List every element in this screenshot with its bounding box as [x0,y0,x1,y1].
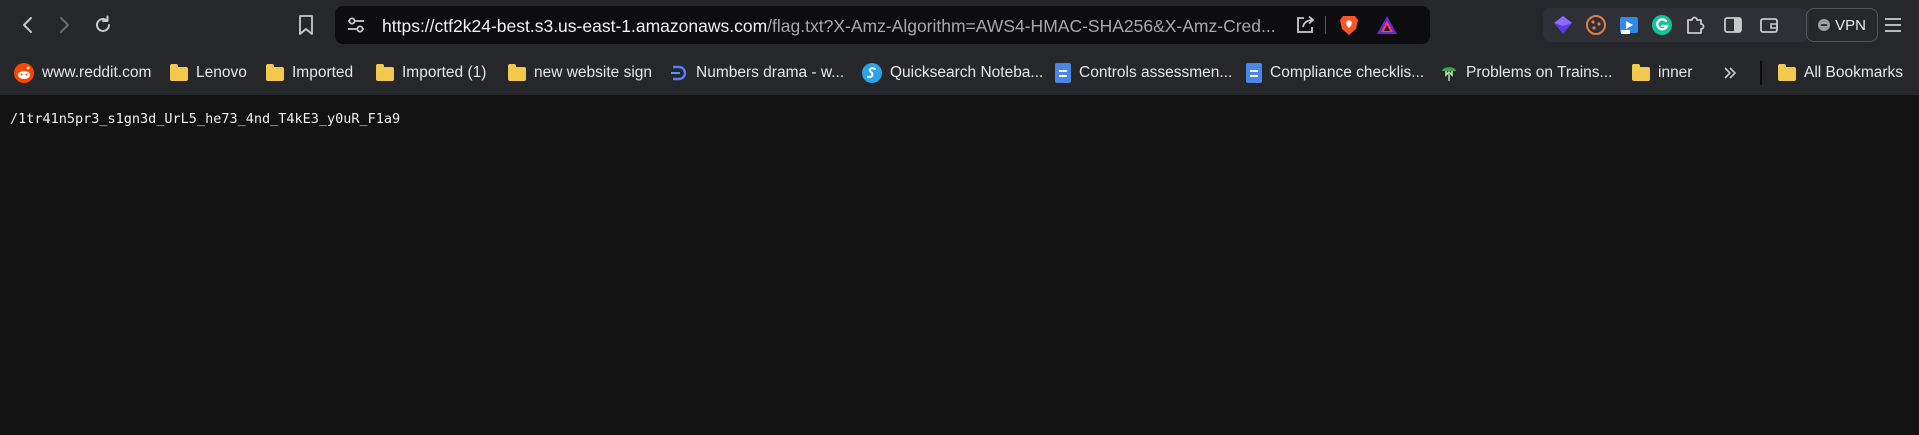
bookmark-label: Problems on Trains... [1466,64,1613,81]
bookmark-problems-on-trains[interactable]: Problems on Trains... [1440,60,1612,86]
bookmarks-bar: www.reddit.com Lenovo Imported Imported … [0,51,1919,95]
url-host: https://ctf2k24-best.s3.us-east-1.amazon… [382,16,768,36]
extensions-group [1543,8,1809,42]
folder-icon [1632,64,1650,81]
bookmark-folder-lenovo[interactable]: Lenovo [170,60,247,86]
folder-icon [1778,64,1796,81]
plain-text-content: /1tr41n5pr3_s1gn3d_UrL5_he73_4nd_T4kE3_y… [10,111,401,127]
sidebar-icon[interactable] [1721,13,1745,37]
forward-button[interactable] [49,10,79,40]
brave-shields-icon[interactable] [1337,13,1361,37]
bookmark-folder-inner[interactable]: inner [1632,60,1692,86]
bookmark-compliance-checklist[interactable]: Compliance checklis... [1246,60,1424,86]
grammarly-icon[interactable] [1650,13,1674,37]
reload-button[interactable] [88,10,118,40]
url-path: /flag.txt?X-Amz-Algorithm=AWS4-HMAC-SHA2… [767,16,1276,36]
bookmark-folder-all-bookmarks[interactable]: All Bookmarks [1778,60,1903,86]
reload-icon [96,15,110,32]
cookie-icon[interactable] [1584,13,1608,37]
chevron-double-right-icon [1724,67,1736,79]
arrow-right-icon [60,17,69,33]
share-icon[interactable] [1293,14,1317,36]
folder-icon [376,64,394,81]
hamburger-icon [1885,18,1901,32]
bookmark-folder-new-website-sign[interactable]: new website sign [508,60,652,86]
bookmark-quicksearch[interactable]: Quicksearch Noteba... [862,60,1043,86]
docs-icon [1246,63,1262,83]
site-icon [1442,67,1456,81]
wallet-icon[interactable] [1757,13,1781,37]
site-icon [671,65,687,81]
url-text[interactable]: https://ctf2k24-best.s3.us-east-1.amazon… [382,16,1276,37]
wallet-extension-icon[interactable] [1551,13,1575,37]
folder-icon [266,64,284,81]
folder-icon [170,64,188,81]
page-content: /1tr41n5pr3_s1gn3d_UrL5_he73_4nd_T4kE3_y… [0,95,1919,435]
folder-icon [508,64,526,81]
bookmark-label: Compliance checklis... [1270,64,1425,81]
vpn-label: VPN [1835,16,1866,34]
vpn-status-icon [1818,19,1831,31]
bookmark-folder-imported[interactable]: Imported [266,60,353,86]
bookmark-reddit[interactable]: www.reddit.com [14,60,151,86]
bookmark-label: All Bookmarks [1804,64,1904,81]
reddit-icon [14,63,34,83]
bookmark-numbers-drama[interactable]: Numbers drama - w... [670,60,844,86]
bookmark-controls-assessment[interactable]: Controls assessmen... [1055,60,1232,86]
bookmark-label: Numbers drama - w... [696,64,845,81]
url-divider [1325,16,1326,34]
bookmark-label: Imported [292,64,354,81]
address-bar[interactable]: https://ctf2k24-best.s3.us-east-1.amazon… [335,6,1430,44]
bookmark-label: new website sign [534,64,653,81]
bookmark-label: Quicksearch Noteba... [890,64,1044,81]
docs-icon [1055,63,1071,83]
more-bookmarks-button[interactable] [1722,60,1738,86]
bookmark-label: www.reddit.com [42,64,152,81]
site-settings-icon[interactable] [345,15,367,35]
bookmark-page-button[interactable] [291,10,321,40]
bookmark-label: Imported (1) [402,64,487,81]
video-downloader-icon[interactable] [1617,13,1641,37]
arrow-left-icon [23,17,32,33]
bookmark-label: inner [1658,64,1693,81]
vpn-button[interactable]: VPN [1806,8,1878,42]
menu-button[interactable] [1880,14,1906,36]
bookmark-label: Lenovo [196,64,247,81]
bookmark-folder-imported-1[interactable]: Imported (1) [376,60,486,86]
quicksearch-icon [862,63,882,83]
bookmarks-divider [1760,61,1762,85]
bookmark-icon [299,15,313,35]
puzzle-icon[interactable] [1683,13,1707,37]
bookmark-label: Controls assessmen... [1079,64,1233,81]
browser-toolbar: https://ctf2k24-best.s3.us-east-1.amazon… [0,0,1919,51]
brave-rewards-icon[interactable] [1375,13,1399,37]
back-button[interactable] [13,10,43,40]
